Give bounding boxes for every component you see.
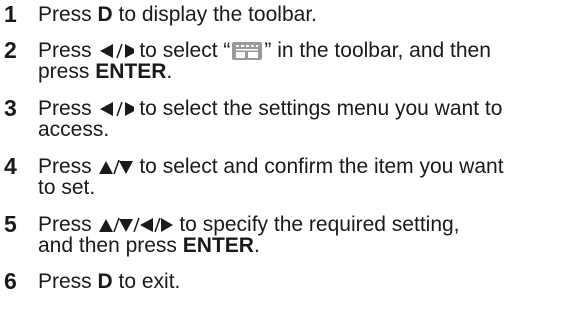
step-number: 1 (4, 1, 17, 27)
step-text: Press D to exit. (38, 270, 181, 293)
settings-toolbar-icon (232, 42, 263, 60)
d-key-label: D (97, 3, 113, 26)
step-3: 3 Press to select the settings menu you … (2, 95, 575, 141)
step-text: Press to specify the required setting, an… (38, 213, 460, 257)
step-6: 6 Press D to exit. (2, 268, 575, 294)
step-5: 5 Press to specify the required setting,… (2, 211, 575, 257)
enter-key-label: ENTER (182, 234, 254, 257)
step-number: 3 (4, 95, 17, 121)
step-2: 2 Press to select “” in the toolbar, and… (2, 37, 575, 83)
d-key-label: D (97, 270, 113, 293)
step-number: 4 (4, 153, 17, 179)
step-text: Press D to display the toolbar. (38, 3, 317, 26)
step-text: Press to select the settings menu you wa… (38, 97, 503, 141)
instruction-steps: 1 Press D to display the toolbar. 2 Pres… (0, 0, 575, 294)
step-text: Press to select and confirm the item you… (38, 155, 504, 199)
step-1: 1 Press D to display the toolbar. (2, 1, 575, 27)
step-number: 6 (4, 268, 17, 294)
four-way-arrow-icon (98, 217, 173, 233)
left-right-arrow-icon (99, 101, 134, 117)
step-4: 4 Press to select and confirm the item y… (2, 153, 575, 199)
up-down-arrow-icon (98, 159, 133, 175)
enter-key-label: ENTER (95, 60, 167, 83)
step-number: 5 (4, 211, 17, 237)
step-text: Press to select “” in the toolbar, and t… (38, 39, 491, 83)
left-right-arrow-icon (99, 43, 134, 59)
step-number: 2 (4, 37, 17, 63)
